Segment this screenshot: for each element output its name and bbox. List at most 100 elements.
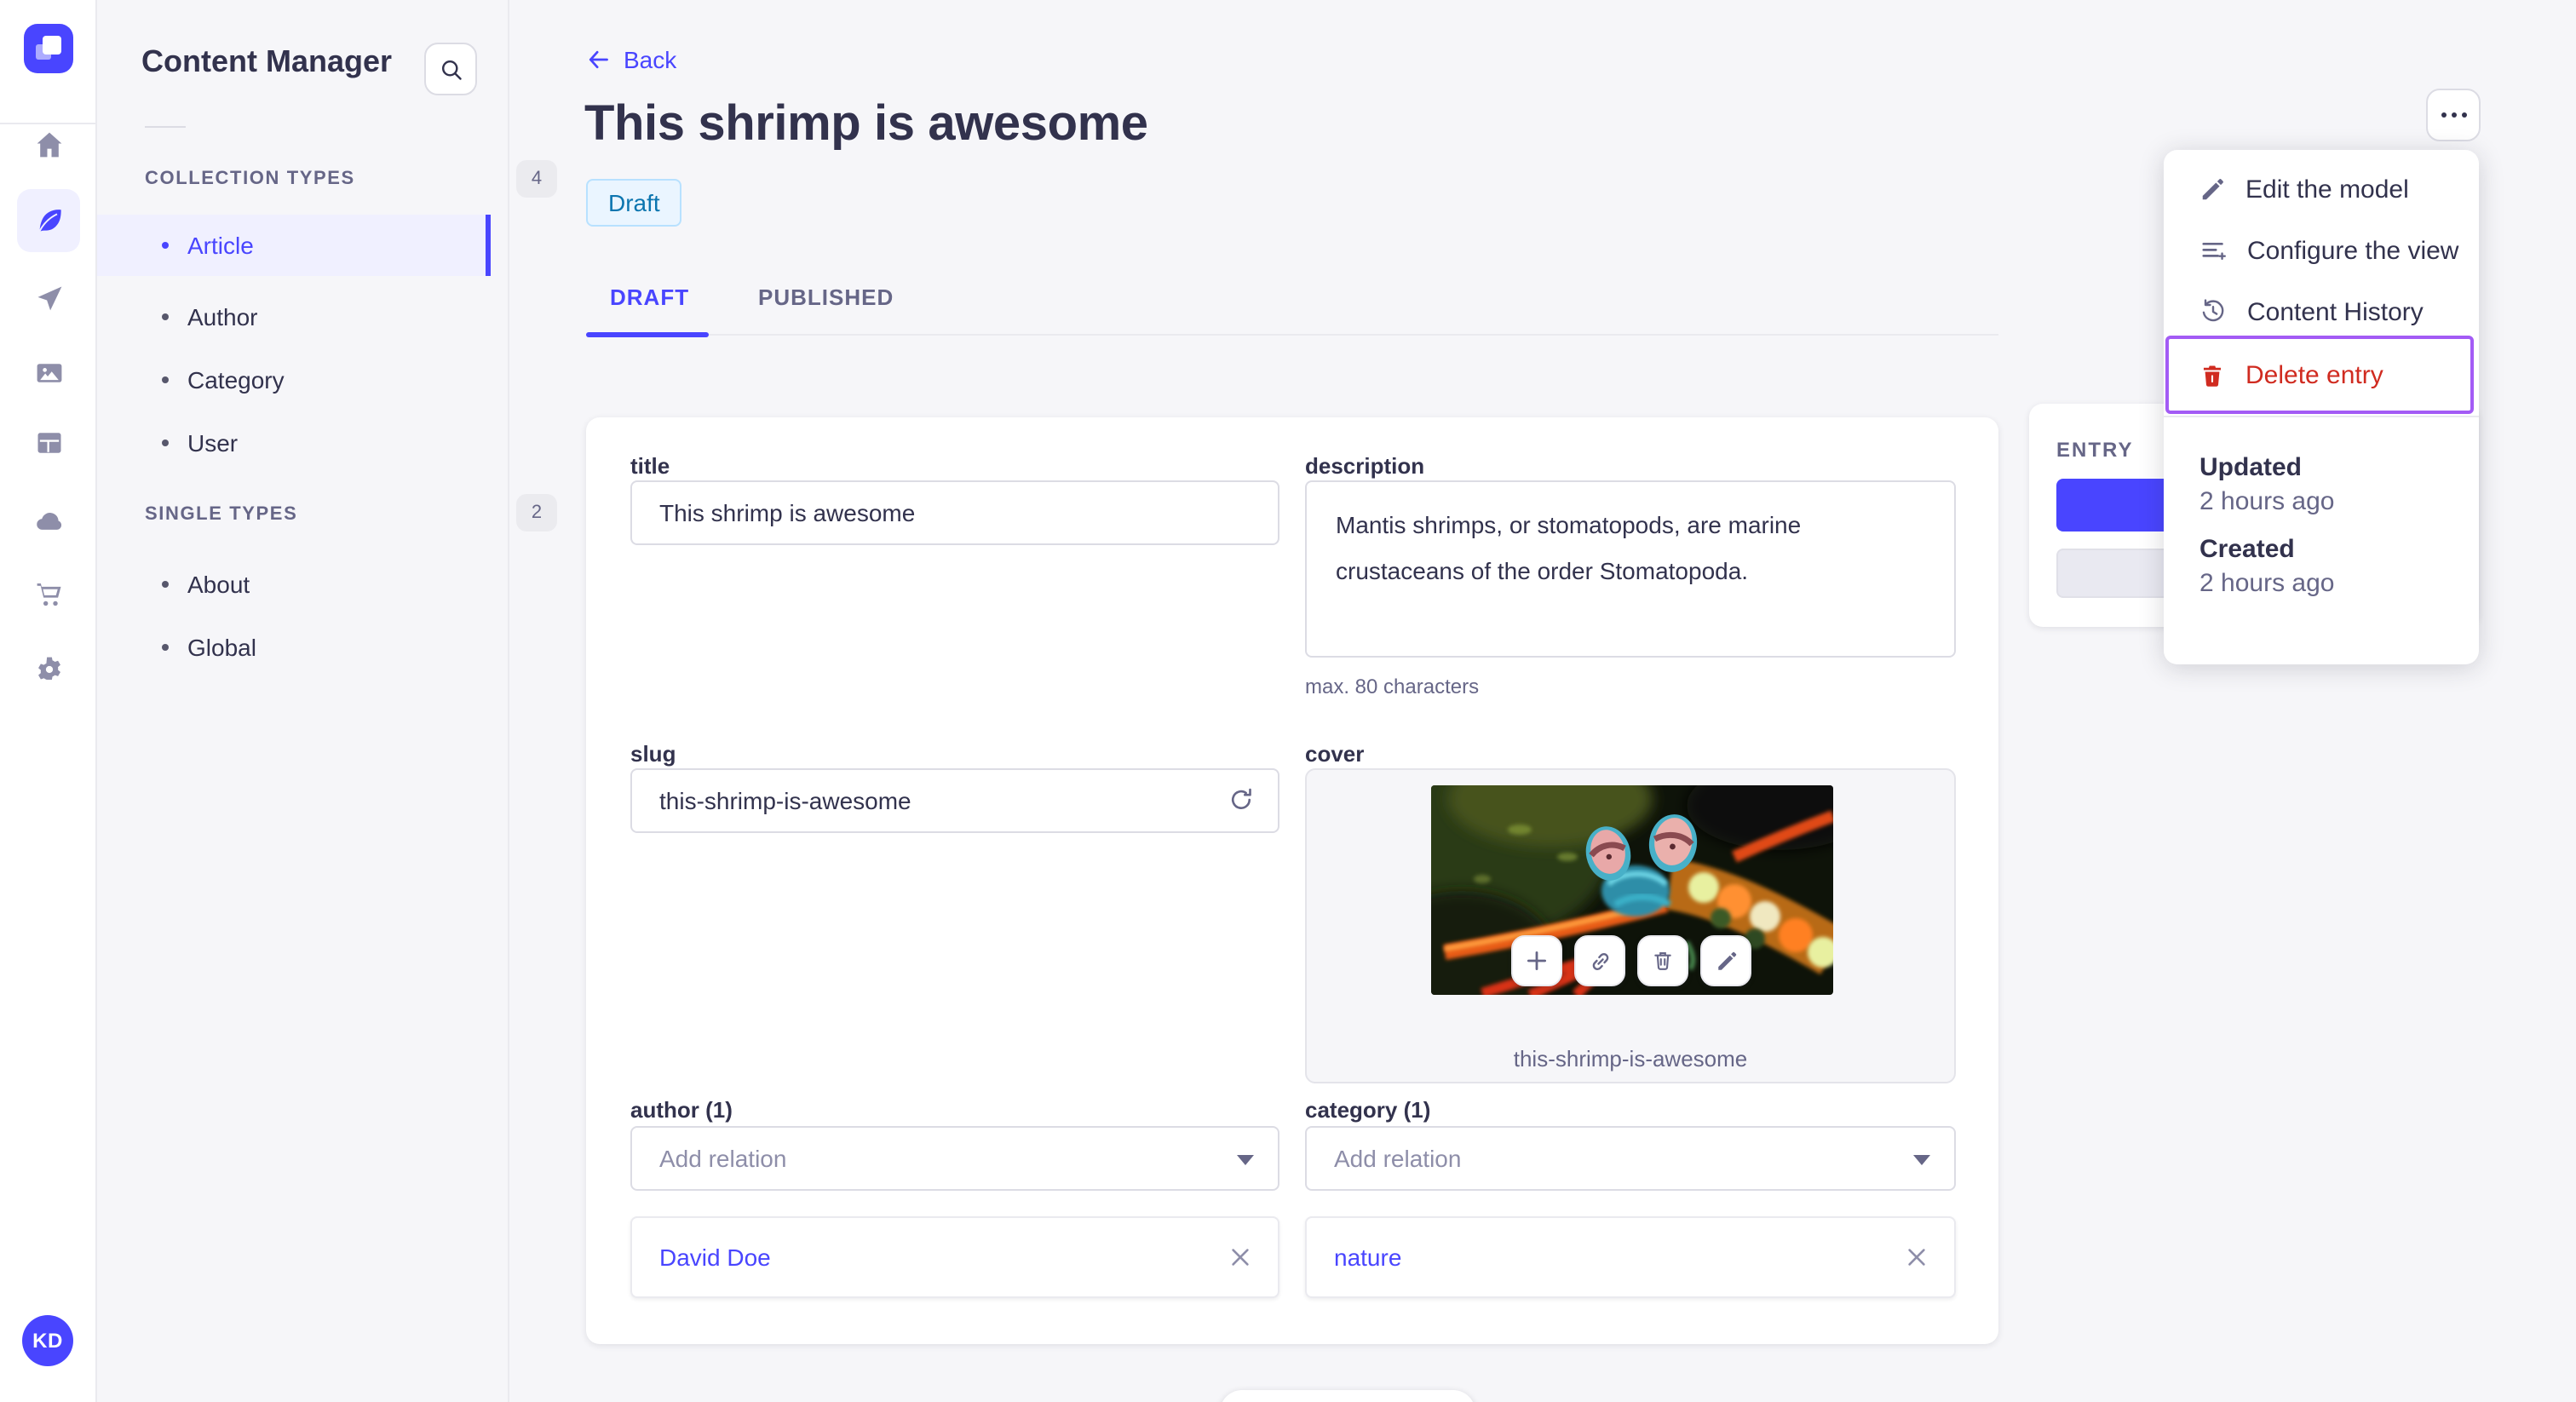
created-label: Created — [2199, 535, 2295, 564]
back-label: Back — [624, 46, 677, 73]
chevron-down-icon — [1237, 1155, 1254, 1165]
home-icon[interactable] — [17, 112, 80, 175]
combobox-placeholder: Add relation — [659, 1145, 787, 1172]
category-relation-item[interactable]: nature — [1305, 1216, 1956, 1298]
title-field-label: title — [630, 453, 670, 479]
pencil-icon — [2199, 176, 2225, 202]
sidebar-item-label: User — [187, 429, 239, 457]
sidebar-item-about[interactable]: About — [97, 554, 491, 615]
section-single-types: SINGLE TYPES — [145, 504, 298, 525]
bullet-icon — [162, 440, 169, 446]
sidebar-item-global[interactable]: Global — [97, 617, 491, 678]
pencil-icon — [1715, 950, 1737, 972]
page-title: This shrimp is awesome — [584, 97, 1148, 152]
edit-form-card: title description Mantis shrimps, or sto… — [586, 417, 1998, 1344]
media-images-icon[interactable] — [17, 341, 80, 404]
remove-relation-icon[interactable] — [1906, 1247, 1927, 1267]
tab-published[interactable]: PUBLISHED — [758, 284, 894, 310]
regenerate-slug-icon[interactable] — [1228, 787, 1254, 813]
arrow-left-icon — [586, 48, 610, 72]
author-relation-item[interactable]: David Doe — [630, 1216, 1279, 1298]
sidebar-item-label: Author — [187, 303, 258, 330]
bullet-icon — [162, 242, 169, 249]
updated-value: 2 hours ago — [2199, 487, 2335, 516]
tab-draft[interactable]: DRAFT — [610, 284, 689, 310]
menu-divider — [2164, 416, 2479, 417]
history-clock-icon — [2199, 298, 2227, 325]
title-input[interactable] — [630, 480, 1279, 545]
cover-field-label: cover — [1305, 741, 1365, 767]
menu-item-content-history[interactable]: Content History — [2164, 281, 2479, 342]
layout-builder-icon[interactable] — [17, 411, 80, 474]
chevron-down-icon — [1913, 1155, 1930, 1165]
sidebar-title: Content Manager — [141, 44, 393, 78]
description-textarea[interactable]: Mantis shrimps, or stomatopods, are mari… — [1305, 480, 1956, 658]
trash-icon — [2199, 362, 2225, 388]
slug-input[interactable] — [630, 768, 1279, 833]
sidebar-item-label: Article — [187, 232, 254, 259]
slug-field-label: slug — [630, 741, 676, 767]
plus-icon — [1525, 949, 1549, 973]
sidebar-item-label: Category — [187, 366, 285, 394]
tab-bar: DRAFT PUBLISHED — [586, 273, 1998, 337]
delete-media-button[interactable] — [1637, 935, 1688, 986]
back-link[interactable]: Back — [586, 46, 676, 73]
single-types-count-badge: 2 — [516, 494, 557, 531]
edit-media-button[interactable] — [1700, 935, 1751, 986]
sidebar-item-user[interactable]: User — [97, 412, 491, 474]
description-field-label: description — [1305, 453, 1425, 479]
cover-filename: this-shrimp-is-awesome — [1513, 1046, 1748, 1072]
relation-link[interactable]: David Doe — [659, 1244, 771, 1271]
category-field-label: category (1) — [1305, 1097, 1431, 1123]
updated-label: Updated — [2199, 453, 2302, 482]
settings-gear-icon[interactable] — [17, 637, 80, 700]
bullet-icon — [162, 376, 169, 383]
status-badge: Draft — [586, 179, 682, 227]
sidebar-item-label: About — [187, 571, 250, 598]
copy-link-button[interactable] — [1574, 935, 1625, 986]
sidebar-divider — [145, 126, 186, 128]
nav-rail: KD — [0, 0, 97, 1402]
created-value: 2 hours ago — [2199, 569, 2335, 598]
bullet-icon — [162, 644, 169, 651]
sidebar-item-article[interactable]: Article — [97, 215, 491, 276]
sidebar-item-label: Global — [187, 634, 256, 661]
menu-item-label: Content History — [2247, 297, 2424, 326]
marketplace-cart-icon[interactable] — [17, 562, 80, 625]
bottom-pill[interactable] — [1220, 1390, 1475, 1402]
list-configure-icon — [2199, 237, 2227, 264]
sidebar-item-category[interactable]: Category — [97, 349, 491, 411]
bullet-icon — [162, 313, 169, 320]
content-manager-sidebar: Content Manager COLLECTION TYPES 4 Artic… — [97, 0, 557, 1402]
menu-item-delete-entry[interactable]: Delete entry — [2165, 336, 2474, 414]
cloud-icon[interactable] — [17, 489, 80, 552]
link-icon — [1587, 948, 1613, 974]
user-avatar[interactable]: KD — [22, 1315, 73, 1366]
menu-item-label: Configure the view — [2247, 236, 2459, 265]
dots-icon — [2441, 112, 2446, 118]
remove-relation-icon[interactable] — [1230, 1247, 1251, 1267]
add-media-button[interactable] — [1511, 935, 1562, 986]
content-writer-feather-icon[interactable] — [17, 189, 80, 252]
entry-panel-title: ENTRY — [2056, 438, 2134, 462]
strapi-logo-glyph — [36, 36, 61, 60]
author-relation-combobox[interactable]: Add relation — [630, 1126, 1279, 1191]
menu-item-configure-the-view[interactable]: Configure the view — [2164, 220, 2479, 281]
search-button[interactable] — [424, 43, 477, 95]
menu-item-edit-the-model[interactable]: Edit the model — [2164, 158, 2479, 220]
cover-media-card: this-shrimp-is-awesome — [1305, 768, 1956, 1083]
author-field-label: author (1) — [630, 1097, 733, 1123]
combobox-placeholder: Add relation — [1334, 1145, 1462, 1172]
cover-actions — [1511, 935, 1751, 986]
strapi-logo[interactable] — [24, 24, 73, 73]
send-plane-icon[interactable] — [17, 266, 80, 329]
sidebar-item-author[interactable]: Author — [97, 286, 491, 348]
relation-link[interactable]: nature — [1334, 1244, 1401, 1271]
section-collection-types: COLLECTION TYPES — [145, 169, 355, 189]
trash-icon — [1651, 949, 1675, 973]
more-actions-button[interactable] — [2426, 89, 2481, 141]
active-tab-underline — [586, 332, 709, 337]
search-icon — [439, 57, 463, 81]
collection-types-count-badge: 4 — [516, 160, 557, 198]
category-relation-combobox[interactable]: Add relation — [1305, 1126, 1956, 1191]
